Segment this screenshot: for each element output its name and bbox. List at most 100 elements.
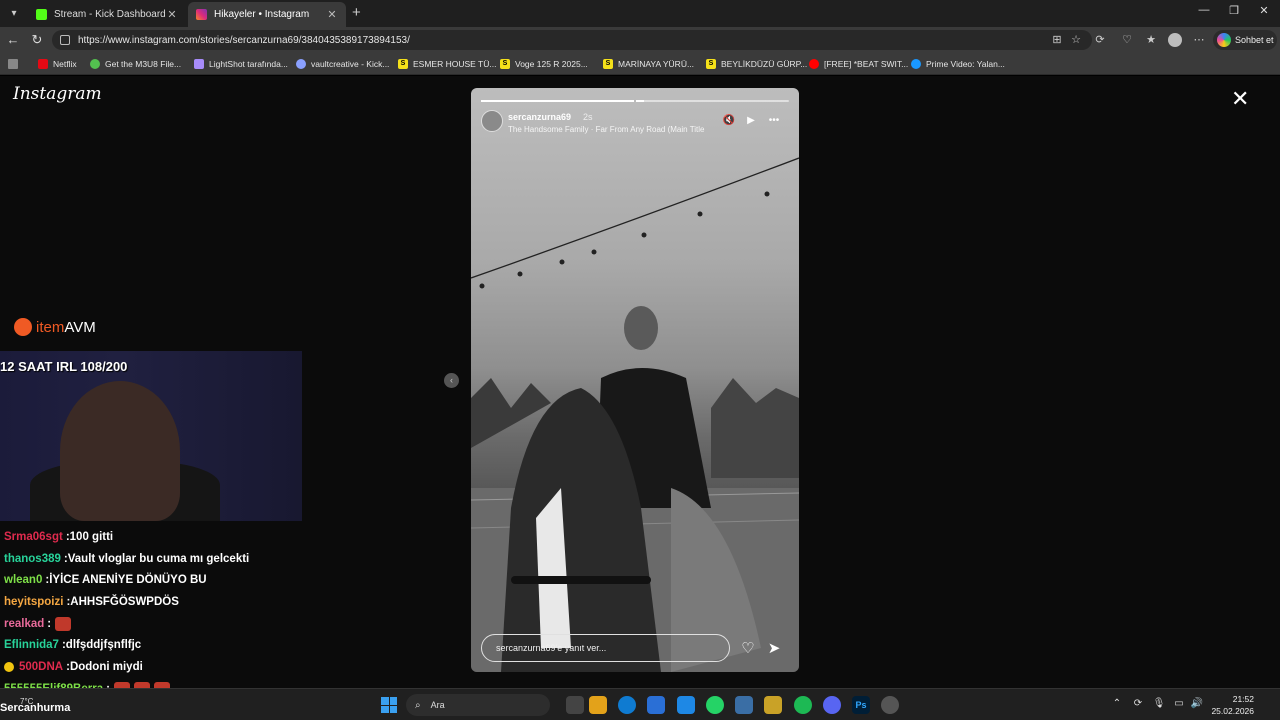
bookmark-label: vaultcreative - Kick...	[311, 59, 390, 69]
close-tab-icon[interactable]: ✕	[326, 8, 338, 21]
close-story-icon[interactable]: ✕	[1231, 88, 1249, 110]
new-tab-button[interactable]: +	[352, 5, 361, 21]
youtube-icon	[809, 59, 819, 69]
task-view-icon[interactable]	[566, 696, 584, 714]
chat-message: 500DNA: Dodoni miydi	[4, 656, 304, 678]
bookmark-esmer-house[interactable]: S ESMER HOUSE TÜ...	[398, 57, 496, 71]
stream-title: 12 SAAT IRL 108/200	[0, 359, 128, 374]
copilot-chat-button[interactable]: Sohbet et	[1213, 30, 1277, 50]
store-icon[interactable]	[647, 696, 665, 714]
close-tab-icon[interactable]: ✕	[166, 8, 178, 21]
story-photo	[471, 157, 799, 672]
back-icon[interactable]: ←	[5, 32, 21, 47]
bookmark-beylikduzu[interactable]: S BEYLİKDÜZÜ GÜRP...	[706, 57, 807, 71]
sound-icon[interactable]: 🔇	[722, 115, 736, 126]
story-progress-1	[481, 100, 634, 102]
story-music-label[interactable]: The Handsome Family · Far From Any Road …	[508, 125, 705, 134]
profile-avatar[interactable]	[1168, 33, 1182, 47]
bookmark-marinaya[interactable]: S MARİNAYA YÜRÜ...	[603, 57, 694, 71]
clock[interactable]: 21:52 25.02.2026	[1210, 693, 1254, 717]
tab-kick-dashboard[interactable]: Stream - Kick Dashboard ✕	[28, 2, 186, 27]
bookmark-m3u8[interactable]: Get the M3U8 File...	[90, 57, 181, 71]
sync-icon[interactable]: ⟳	[1131, 698, 1145, 709]
edge-icon[interactable]	[618, 696, 636, 714]
bookmark-vaultcreative[interactable]: vaultcreative - Kick...	[296, 57, 389, 71]
instagram-story-page: Instagram ✕ ‹ sercanzurna69 2s The Hands…	[0, 76, 1280, 696]
story-user-avatar[interactable]	[481, 110, 503, 132]
mail-icon[interactable]	[677, 696, 695, 714]
chat-text: Dodoni miydi	[69, 660, 143, 673]
bookmarks-bar: Netflix Get the M3U8 File... LightShot t…	[0, 53, 1280, 75]
search-placeholder: Ara	[430, 700, 445, 710]
previous-story-icon[interactable]: ‹	[444, 373, 459, 388]
app-icon[interactable]	[764, 696, 782, 714]
chat-message: wlean0: İYİCE ANENİYE DÖNÜYO BU	[4, 574, 207, 587]
more-icon[interactable]: •••	[767, 115, 781, 126]
chat-username[interactable]: heyitspoizi	[4, 596, 63, 608]
play-icon[interactable]: ▶	[744, 115, 758, 126]
tray-overflow-icon[interactable]: ⌃	[1110, 698, 1124, 709]
bookmark-lightshot[interactable]: LightShot tarafında...	[194, 57, 288, 71]
chat-username[interactable]: realkad	[4, 618, 44, 630]
tab-title: Stream - Kick Dashboard	[54, 9, 166, 20]
chat-message: heyitspoizi: AHHSFĞÖSWPDÖS	[4, 595, 179, 608]
minimize-icon[interactable]: —	[1194, 4, 1214, 16]
network-icon[interactable]: ▭	[1172, 698, 1186, 709]
netflix-icon	[38, 59, 48, 69]
chat-username[interactable]: Srma06sgt	[4, 531, 63, 543]
send-icon[interactable]: ➤	[765, 639, 783, 657]
s-icon: S	[500, 59, 510, 69]
favorites-icon[interactable]: ★	[1144, 33, 1158, 47]
more-options-icon[interactable]: ⋯	[1192, 33, 1206, 47]
window-close-icon[interactable]: ✕	[1254, 4, 1274, 17]
microphone-icon[interactable]: 🎙	[1152, 698, 1166, 709]
tab-instagram-stories[interactable]: Hikayeler • Instagram ✕	[188, 2, 346, 27]
bookmark-voge[interactable]: S Voge 125 R 2025...	[500, 57, 588, 71]
instagram-logo[interactable]: Instagram	[13, 84, 102, 104]
tab-actions-menu-icon[interactable]: ▾	[5, 5, 23, 23]
bookmark-prime-video[interactable]: Prime Video: Yalan...	[911, 57, 1005, 71]
url-field[interactable]: https://www.instagram.com/stories/sercan…	[52, 30, 1092, 50]
chat-message: Eflinnida7: dlfşddjfşnflfjc	[4, 639, 142, 652]
bookmark-label: LightShot tarafında...	[209, 59, 288, 69]
browser-essentials-icon[interactable]: ♡	[1120, 33, 1134, 47]
file-explorer-icon[interactable]	[589, 696, 607, 714]
chrome-icon[interactable]	[881, 696, 899, 714]
refresh-icon[interactable]: ↻	[29, 32, 45, 48]
spotify-icon[interactable]	[794, 696, 812, 714]
story-time: 2s	[583, 112, 593, 122]
story-viewer[interactable]: sercanzurna69 2s The Handsome Family · F…	[471, 88, 799, 672]
chat-username[interactable]: 500DNA	[19, 661, 63, 673]
bookmark-label: Prime Video: Yalan...	[926, 59, 1005, 69]
bookmark-netflix[interactable]: Netflix	[38, 57, 77, 71]
favorite-star-icon[interactable]: ☆	[1069, 33, 1083, 47]
coin-icon	[4, 661, 14, 672]
bookmark-label: Netflix	[53, 59, 77, 69]
kick-icon	[36, 9, 47, 20]
photoshop-icon[interactable]: Ps	[852, 696, 870, 714]
vpn-icon[interactable]	[735, 696, 753, 714]
itemavm-icon	[14, 318, 32, 336]
bookmark-beat-switch[interactable]: [FREE] *BEAT SWIT...	[809, 57, 908, 71]
story-username[interactable]: sercanzurna69	[508, 112, 571, 122]
taskbar-search[interactable]: ⌕ Ara	[406, 694, 550, 716]
chat-username[interactable]: wlean0	[4, 574, 42, 586]
site-info-icon[interactable]	[60, 35, 70, 45]
maximize-icon[interactable]: ❐	[1224, 4, 1244, 17]
chat-message: Srma06sgt: 100 gitti	[4, 530, 114, 543]
volume-icon[interactable]: 🔊	[1190, 698, 1204, 709]
chat-username[interactable]: Eflinnida7	[4, 639, 59, 651]
story-reply-input[interactable]: sercanzurna69'e yanıt ver...	[481, 634, 730, 662]
discord-icon[interactable]	[823, 696, 841, 714]
webcam-feed	[0, 351, 302, 521]
bookmarks-toggle-icon[interactable]	[8, 57, 23, 71]
story-progress-2	[636, 100, 789, 102]
windows-start-icon[interactable]	[381, 697, 397, 713]
copilot-label: Sohbet et	[1235, 35, 1274, 45]
heart-icon[interactable]: ♡	[739, 639, 757, 657]
chat-list: Srma06sgt: 100 gitti thanos389: Vault vlo…	[4, 526, 304, 700]
app-available-icon[interactable]: ⊞	[1050, 33, 1064, 47]
extensions-icon[interactable]: ⟳	[1093, 33, 1107, 47]
whatsapp-icon[interactable]	[706, 696, 724, 714]
chat-username[interactable]: thanos389	[4, 553, 61, 565]
